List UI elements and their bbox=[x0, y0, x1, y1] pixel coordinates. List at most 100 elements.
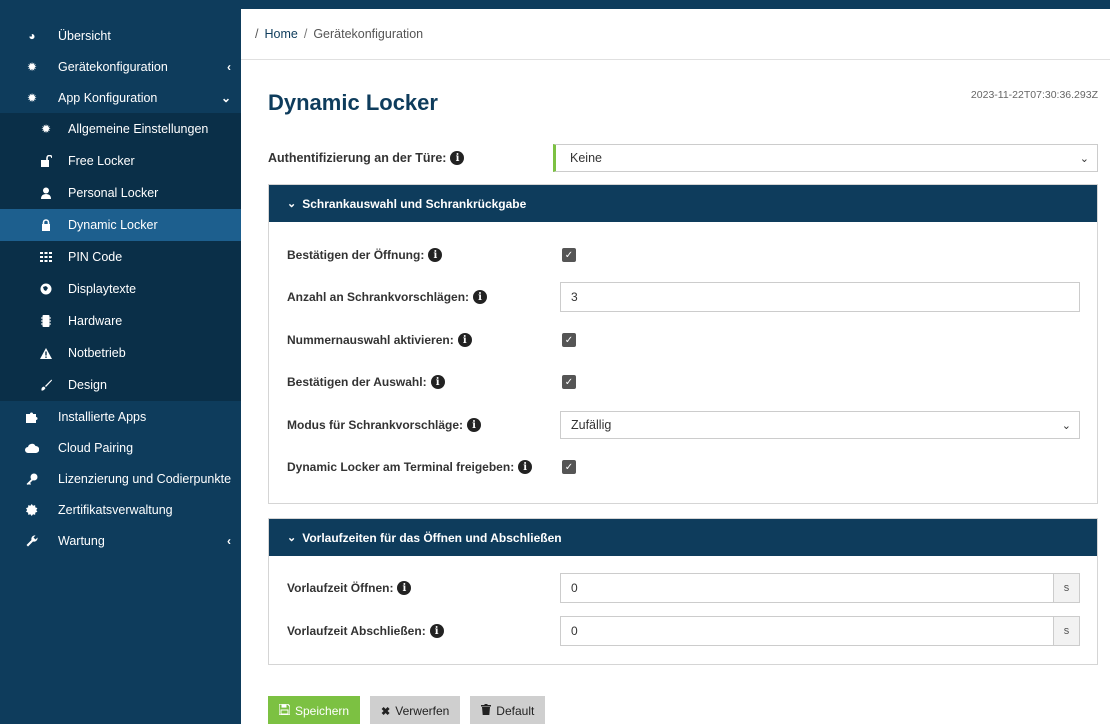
auth-row: Authentifizierung an der Türe: i Keine ⌄ bbox=[268, 144, 1098, 172]
sidebar-item-wartung[interactable]: Wartung ‹ bbox=[0, 525, 241, 556]
panel-title: Vorlaufzeiten für das Öffnen und Abschli… bbox=[302, 530, 562, 545]
sidebar-item-label: Hardware bbox=[68, 314, 123, 328]
form-label: Vorlaufzeit Abschließen: i bbox=[287, 624, 560, 639]
breadcrumb-home-link[interactable]: Home bbox=[264, 27, 297, 41]
chevron-down-icon: ⌄ bbox=[1061, 419, 1071, 432]
sidebar-item-label: Installierte Apps bbox=[58, 409, 147, 424]
form-label: Modus für Schrankvorschläge: i bbox=[287, 418, 560, 433]
info-icon[interactable]: i bbox=[450, 151, 465, 166]
sidebar-item-label: Zertifikatsverwaltung bbox=[58, 502, 173, 517]
bestaetigen-auswahl-checkbox[interactable]: ✓ bbox=[562, 375, 576, 389]
sidebar-item-label: Free Locker bbox=[68, 154, 135, 168]
sidebar-item-label: Allgemeine Einstellungen bbox=[68, 122, 209, 136]
sidebar-item-personal-locker[interactable]: Personal Locker bbox=[0, 177, 241, 209]
sidebar-item-label: Übersicht bbox=[58, 28, 111, 43]
discard-button[interactable]: ✖ Verwerfen bbox=[370, 696, 461, 724]
lock-icon bbox=[36, 219, 56, 231]
sidebar-item-notbetrieb[interactable]: Notbetrieb bbox=[0, 337, 241, 369]
puzzle-icon bbox=[22, 411, 42, 423]
info-icon[interactable]: i bbox=[473, 290, 488, 305]
auth-select[interactable]: Keine ⌄ bbox=[553, 144, 1098, 172]
breadcrumb-current: Gerätekonfiguration bbox=[313, 27, 424, 41]
vorlaufzeit-abschliessen-group: 0 s bbox=[560, 616, 1080, 646]
anzahl-vorschlaege-input[interactable]: 3 bbox=[560, 282, 1080, 312]
sidebar-item-design[interactable]: Design bbox=[0, 369, 241, 401]
sidebar-item-dynamic-locker[interactable]: Dynamic Locker bbox=[0, 209, 241, 241]
panel-header[interactable]: ⌄ Schrankauswahl und Schrankrückgabe bbox=[269, 185, 1097, 222]
form-row-vorlaufzeit-abschliessen: Vorlaufzeit Abschließen: i 0 s bbox=[287, 616, 1080, 646]
sidebar-item-label: App Konfiguration bbox=[58, 90, 158, 105]
auth-label-text: Authentifizierung an der Türe: bbox=[268, 150, 447, 165]
nummernauswahl-checkbox[interactable]: ✓ bbox=[562, 333, 576, 347]
info-icon[interactable]: i bbox=[518, 460, 533, 475]
sidebar-item-hardware[interactable]: Hardware bbox=[0, 305, 241, 337]
wrench-icon bbox=[22, 534, 42, 547]
form-label-text: Vorlaufzeit Öffnen: bbox=[287, 580, 394, 595]
sidebar-item-zertifikatsverwaltung[interactable]: Zertifikatsverwaltung bbox=[0, 494, 241, 525]
sidebar-item-label: Displaytexte bbox=[68, 282, 137, 296]
close-icon: ✖ bbox=[381, 705, 391, 718]
unit-addon: s bbox=[1053, 616, 1080, 646]
form-label-text: Bestätigen der Öffnung: bbox=[287, 247, 425, 262]
breadcrumb-separator: / bbox=[255, 27, 259, 41]
app-konfiguration-submenu: ✹ Allgemeine Einstellungen Free Locker P… bbox=[0, 113, 241, 401]
info-icon[interactable]: i bbox=[429, 624, 444, 639]
sidebar-item-label: Personal Locker bbox=[68, 186, 159, 200]
vorlaufzeit-abschliessen-input[interactable]: 0 bbox=[560, 616, 1053, 646]
globe-icon bbox=[36, 283, 56, 295]
gear-icon: ✹ bbox=[26, 59, 38, 74]
sidebar-item-displaytexte[interactable]: Displaytexte bbox=[0, 273, 241, 305]
info-icon[interactable]: i bbox=[397, 581, 412, 596]
sidebar-item-app-konfiguration[interactable]: ✹ App Konfiguration ⌄ bbox=[0, 82, 241, 113]
terminal-freigeben-checkbox[interactable]: ✓ bbox=[562, 460, 576, 474]
chevron-left-icon: ‹ bbox=[227, 59, 231, 74]
gear-icon: ✹ bbox=[40, 122, 52, 136]
vorlaufzeit-oeffnen-input[interactable]: 0 bbox=[560, 573, 1053, 603]
save-button-label: Speichern bbox=[295, 704, 350, 718]
sidebar-item-geraetekonfiguration[interactable]: ✹ Gerätekonfiguration ‹ bbox=[0, 51, 241, 82]
info-icon[interactable]: i bbox=[428, 248, 443, 263]
auth-label: Authentifizierung an der Türe: i bbox=[268, 151, 553, 166]
sidebar-item-label: Notbetrieb bbox=[68, 346, 126, 360]
form-row-vorlaufzeit-oeffnen: Vorlaufzeit Öffnen: i 0 s bbox=[287, 573, 1080, 603]
sidebar-item-uebersicht[interactable]: ◕ Übersicht bbox=[0, 20, 241, 51]
sidebar-item-label: Gerätekonfiguration bbox=[58, 59, 168, 74]
panel-header[interactable]: ⌄ Vorlaufzeiten für das Öffnen und Absch… bbox=[269, 519, 1097, 556]
chevron-down-icon: ⌄ bbox=[287, 532, 297, 544]
sidebar-item-allgemeine-einstellungen[interactable]: ✹ Allgemeine Einstellungen bbox=[0, 113, 241, 145]
info-icon[interactable]: i bbox=[457, 333, 472, 348]
grid-icon bbox=[36, 252, 56, 262]
form-label-text: Anzahl an Schrankvorschlägen: bbox=[287, 289, 470, 304]
info-icon[interactable]: i bbox=[430, 375, 445, 390]
form-label-text: Vorlaufzeit Abschließen: bbox=[287, 623, 426, 638]
auth-select-value: Keine bbox=[570, 151, 602, 165]
form-label-text: Modus für Schrankvorschläge: bbox=[287, 417, 464, 432]
sidebar-item-lizenzierung[interactable]: Lizenzierung und Codierpunkte bbox=[0, 463, 241, 494]
sidebar-item-label: Wartung bbox=[58, 533, 105, 548]
sidebar-item-free-locker[interactable]: Free Locker bbox=[0, 145, 241, 177]
timestamp: 2023-11-22T07:30:36.293Z bbox=[970, 89, 1098, 101]
pie-chart-icon: ◕ bbox=[28, 28, 36, 43]
user-icon bbox=[36, 187, 56, 199]
info-icon[interactable]: i bbox=[467, 418, 482, 433]
form-label: Vorlaufzeit Öffnen: i bbox=[287, 581, 560, 596]
sidebar-item-installierte-apps[interactable]: Installierte Apps bbox=[0, 401, 241, 432]
bestaetigen-oeffnung-checkbox[interactable]: ✓ bbox=[562, 248, 576, 262]
certificate-icon bbox=[22, 503, 42, 516]
gears-icon: ✹ bbox=[26, 90, 38, 105]
sidebar-item-pin-code[interactable]: PIN Code bbox=[0, 241, 241, 273]
form-row-bestaetigen-auswahl: Bestätigen der Auswahl: i ✓ bbox=[287, 367, 1080, 397]
form-row-terminal-freigeben: Dynamic Locker am Terminal freigeben: i ✓ bbox=[287, 452, 1080, 482]
breadcrumb-separator: / bbox=[303, 27, 308, 41]
modus-select[interactable]: Zufällig ⌄ bbox=[560, 411, 1080, 439]
form-label-text: Bestätigen der Auswahl: bbox=[287, 374, 427, 389]
form-label-text: Nummernauswahl aktivieren: bbox=[287, 332, 454, 347]
sidebar-item-label: Dynamic Locker bbox=[68, 218, 158, 232]
form-label: Dynamic Locker am Terminal freigeben: i bbox=[287, 460, 560, 475]
default-button[interactable]: Default bbox=[470, 696, 546, 724]
sidebar-item-cloud-pairing[interactable]: Cloud Pairing bbox=[0, 432, 241, 463]
save-button[interactable]: Speichern bbox=[268, 696, 361, 724]
cloud-icon bbox=[22, 443, 42, 453]
modus-select-value: Zufällig bbox=[571, 418, 612, 432]
unlock-icon bbox=[36, 155, 56, 167]
